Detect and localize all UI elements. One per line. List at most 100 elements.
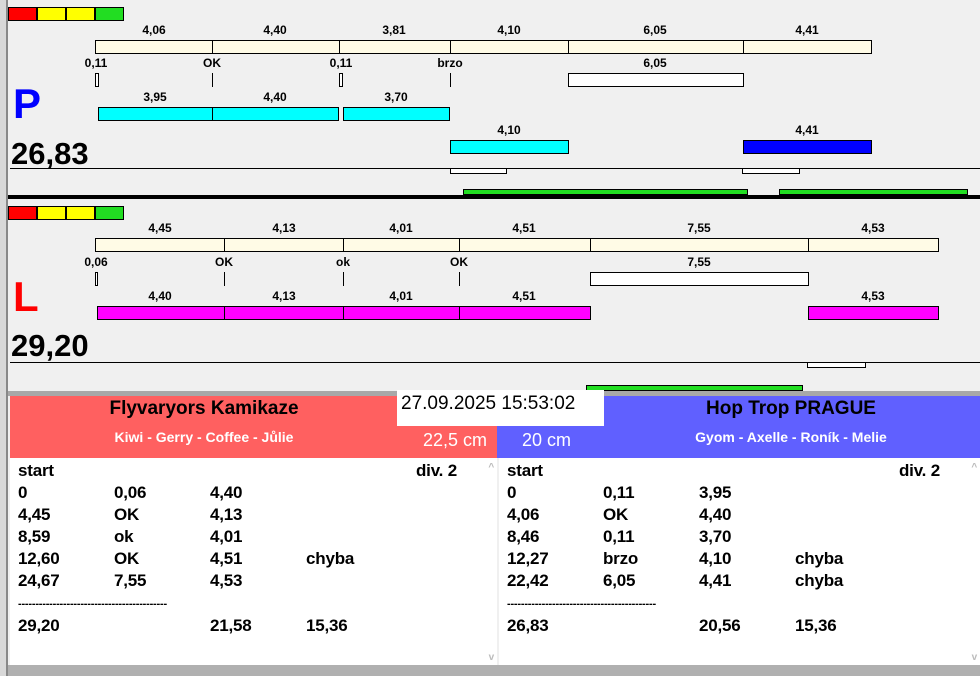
total-cell: 29,20 <box>18 616 60 635</box>
cell: 7,55 <box>114 571 147 590</box>
total-cell: 26,83 <box>507 616 549 635</box>
cell: 0,11 <box>603 527 635 546</box>
lane-bar <box>450 140 569 154</box>
marker <box>343 272 344 286</box>
segment-label: 4,06 <box>142 23 166 37</box>
marker <box>450 73 451 87</box>
separator-line: ----------------------------------------… <box>507 598 656 610</box>
cell: 3,95 <box>699 483 732 502</box>
cell: 12,27 <box>507 549 549 568</box>
lane-label: 4,51 <box>512 289 536 303</box>
mark-label: 6,05 <box>643 56 667 70</box>
scroll-down-icon[interactable]: v <box>489 652 495 663</box>
total-cell: 15,36 <box>306 616 348 635</box>
left-frame <box>0 0 8 676</box>
segment-label: 4,51 <box>512 221 536 235</box>
segment-label: 4,10 <box>497 23 521 37</box>
cell: 4,13 <box>210 505 243 524</box>
segment-label: 7,55 <box>687 221 711 235</box>
mark-label: 7,55 <box>687 255 711 269</box>
total-cell: 20,56 <box>699 616 741 635</box>
team-members: Kiwi - Gerry - Coffee - Jůlie <box>114 429 294 445</box>
team-name: Hop Trop PRAGUE <box>706 398 876 419</box>
cell: 4,06 <box>507 505 540 524</box>
lane-bar <box>343 306 460 320</box>
status-yellow <box>66 7 95 21</box>
segment-label: 4,40 <box>263 23 287 37</box>
marker <box>339 73 343 87</box>
cell: OK <box>114 505 140 524</box>
status-yellow <box>66 206 95 220</box>
cell: 0,06 <box>114 483 147 502</box>
segment <box>339 40 451 54</box>
cell: chyba <box>795 549 844 568</box>
mark-label: 0,11 <box>329 56 353 70</box>
team-members: Gyom - Axelle - Roník - Melie <box>695 429 887 445</box>
lane-bar <box>212 107 339 121</box>
marker <box>95 272 98 286</box>
cell: ok <box>114 527 134 546</box>
status-yellow <box>37 7 66 21</box>
left-result-list[interactable]: start div. 2 0 0,06 4,40 4,45 OK 4,13 8,59 ok 4,01… <box>10 458 497 665</box>
cell: 0 <box>18 483 28 502</box>
lane-letter: L <box>13 273 39 320</box>
segment-label: 4,45 <box>148 221 172 235</box>
separator <box>8 195 980 199</box>
mark-label: ok <box>335 255 351 269</box>
cell: 4,41 <box>699 571 732 590</box>
segment-label: 6,05 <box>643 23 667 37</box>
segment-label: 4,01 <box>389 221 413 235</box>
segment <box>95 40 213 54</box>
scroll-up-icon[interactable]: ^ <box>971 462 977 473</box>
marker <box>212 73 213 87</box>
status-green <box>95 206 124 220</box>
cell: 4,45 <box>18 505 51 524</box>
cell: 0 <box>507 483 517 502</box>
cell: 4,51 <box>210 549 243 568</box>
cell: 8,46 <box>507 527 540 546</box>
cell: 0,11 <box>603 483 635 502</box>
total-cell: 15,36 <box>795 616 837 635</box>
lane-label: 4,40 <box>148 289 172 303</box>
lane-bar <box>97 306 225 320</box>
lane-bar <box>808 306 939 320</box>
segment <box>568 40 744 54</box>
lane-bar <box>343 107 450 121</box>
team-name: Flyvaryors Kamikaze <box>109 398 299 419</box>
segment <box>224 238 344 252</box>
segment <box>590 238 809 252</box>
mark-label: OK <box>450 255 468 269</box>
cell: 6,05 <box>603 571 636 590</box>
lane-label: 4,41 <box>795 123 819 137</box>
header-start: start <box>18 461 54 480</box>
cell: OK <box>114 549 140 568</box>
right-result-list[interactable]: start div. 2 0 0,11 3,95 4,06 OK 4,40 8,46 0,11 3,… <box>499 458 980 665</box>
lane-bar <box>459 306 591 320</box>
segment <box>343 238 460 252</box>
scroll-up-icon[interactable]: ^ <box>488 462 494 473</box>
marker <box>224 272 225 286</box>
cell: 4,40 <box>210 483 243 502</box>
marker <box>95 73 99 87</box>
team-size: 20 cm <box>522 430 572 450</box>
lane-bar <box>743 140 872 154</box>
mark-label: 0,06 <box>84 255 108 269</box>
segment <box>95 238 225 252</box>
segment <box>743 40 872 54</box>
gap-box <box>450 168 507 174</box>
cell: 24,67 <box>18 571 60 590</box>
division-label: div. 2 <box>898 461 940 480</box>
lane-label: 4,13 <box>272 289 296 303</box>
cell: 3,70 <box>699 527 732 546</box>
gap-box <box>568 73 744 87</box>
mark-label: 0,11 <box>84 56 108 70</box>
header-start: start <box>507 461 543 480</box>
gap-box <box>590 272 809 286</box>
cell: chyba <box>306 549 355 568</box>
segment <box>450 40 569 54</box>
segment-label: 4,13 <box>272 221 296 235</box>
lane-label: 3,70 <box>384 90 408 104</box>
lane-label: 4,10 <box>497 123 521 137</box>
status-strip <box>8 665 980 676</box>
scroll-down-icon[interactable]: v <box>972 652 978 663</box>
